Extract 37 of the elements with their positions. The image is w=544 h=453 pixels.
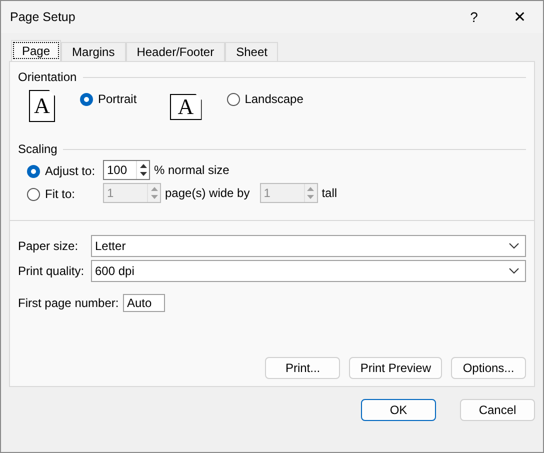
print-quality-dropdown[interactable]: 600 dpi xyxy=(91,260,526,282)
input-field[interactable]: Auto xyxy=(123,294,165,312)
portrait-page-icon: A xyxy=(29,90,55,122)
field-label: First page number: xyxy=(18,296,120,310)
dialog-button[interactable]: Options... xyxy=(451,357,526,379)
chevron-down-icon xyxy=(509,268,519,274)
field-label: Print quality: xyxy=(18,264,86,278)
radio-button[interactable] xyxy=(27,188,40,200)
landscape-page-icon: A xyxy=(170,94,202,120)
dialog-button[interactable]: Print... xyxy=(265,357,340,379)
radio-label[interactable]: Landscape xyxy=(244,92,304,106)
field-suffix: page(s) wide by xyxy=(165,186,250,200)
paper-size-dropdown[interactable]: Letter xyxy=(91,234,526,256)
dialog-button[interactable]: OK xyxy=(361,399,436,421)
tab[interactable]: Margins xyxy=(61,42,126,61)
field-label: Paper size: xyxy=(18,238,80,252)
radio-label[interactable]: Portrait xyxy=(98,92,137,106)
radio-button[interactable] xyxy=(80,92,93,106)
section-heading: Orientation xyxy=(18,70,77,84)
spin-field[interactable]: 100 xyxy=(103,160,150,180)
section-heading: Scaling xyxy=(18,142,58,156)
radio-label[interactable]: Adjust to: xyxy=(45,164,96,178)
dialog-button[interactable]: Print Preview xyxy=(349,357,442,379)
help-button[interactable]: ? xyxy=(451,1,497,33)
radio-label[interactable]: Fit to: xyxy=(45,187,76,201)
field-suffix: tall xyxy=(322,186,338,200)
window-title: Page Setup xyxy=(9,10,76,24)
spin-arrows-icon[interactable] xyxy=(136,161,149,179)
dialog-button[interactable]: Cancel xyxy=(460,399,535,421)
radio-button[interactable] xyxy=(226,92,240,106)
radio-button[interactable] xyxy=(27,164,40,178)
chevron-down-icon xyxy=(509,242,519,248)
field-suffix: % normal size xyxy=(154,163,230,177)
tab[interactable]: Header/Footer xyxy=(126,42,226,61)
tab[interactable]: Page xyxy=(11,40,62,61)
tab[interactable]: Sheet xyxy=(225,42,278,61)
close-button[interactable]: ✕ xyxy=(497,1,543,33)
